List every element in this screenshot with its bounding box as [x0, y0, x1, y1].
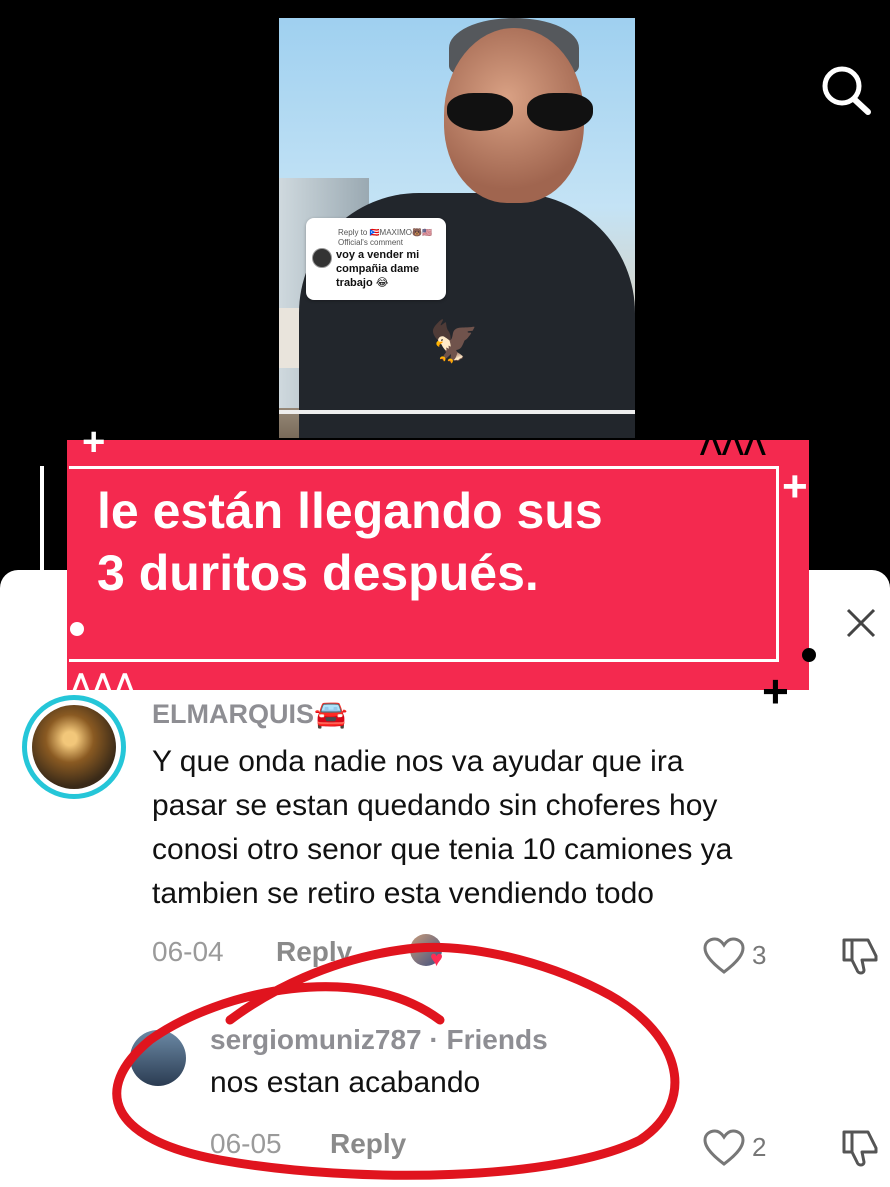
plus-decor-icon: +	[782, 462, 808, 511]
heart-icon[interactable]	[702, 1128, 746, 1168]
dislike-icon[interactable]	[838, 1126, 882, 1170]
reply-date: 06-05	[210, 1128, 282, 1159]
like-count: 2	[752, 1132, 767, 1162]
reply-username-row[interactable]: sergiomuniz787 · Friends	[210, 1024, 548, 1056]
heart-icon: ♥	[430, 946, 444, 971]
dot-decor-icon	[70, 622, 84, 636]
reply-commenter-avatar[interactable]	[130, 1030, 186, 1086]
eagle-emblem-icon: 🦅	[429, 320, 479, 364]
caption-line-1: le están llegando sus	[97, 483, 603, 539]
reply-sticker-text: voy a vender mi compañia dame trabajo 😂	[336, 249, 420, 289]
comment-username[interactable]: ELMARQUIS🚘	[152, 698, 348, 730]
comment-text: Y que onda nadie nos va ayudar que ira p…	[152, 745, 733, 910]
dot-decor-icon	[802, 648, 816, 662]
heart-icon[interactable]	[702, 936, 746, 976]
decor-line	[40, 466, 44, 570]
search-icon[interactable]	[816, 62, 876, 118]
reply-text: nos estan acabando	[210, 1066, 481, 1099]
like-count: 3	[752, 940, 767, 970]
reply-sticker-header: Reply to 🇵🇷MAXIMO🐻🇺🇸 Official's comment	[338, 228, 432, 247]
reply-button[interactable]: Reply	[276, 936, 352, 968]
video-divider	[279, 410, 635, 414]
reply-username[interactable]: sergiomuniz787	[210, 1024, 422, 1055]
comment-date: 06-04	[152, 936, 224, 967]
creator-liked-badge: ♥	[410, 934, 454, 972]
friends-tag: · Friends	[429, 1024, 548, 1055]
reply-button[interactable]: Reply	[330, 1128, 406, 1160]
zigzag-decor-icon: ⋀⋀⋀	[700, 426, 766, 456]
plus-decor-icon: +	[762, 665, 789, 717]
caption-title: le están llegando sus 3 duritos después.	[97, 480, 777, 604]
commenter-avatar[interactable]	[22, 695, 126, 799]
sunglasses	[447, 93, 597, 133]
reply-sticker: Reply to 🇵🇷MAXIMO🐻🇺🇸 Official's comment …	[306, 218, 446, 300]
caption-line-2: 3 duritos después.	[97, 545, 539, 601]
reply-sticker-avatar	[312, 248, 332, 268]
close-icon[interactable]	[840, 602, 882, 644]
dislike-icon[interactable]	[838, 934, 882, 978]
plus-decor-icon: +	[82, 420, 106, 464]
